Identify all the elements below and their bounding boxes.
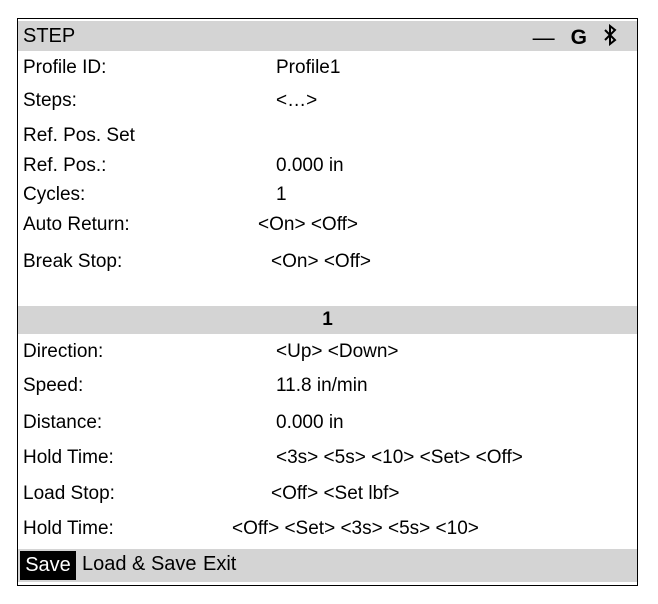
step-header: 1	[18, 306, 637, 334]
speed-label: Speed:	[23, 375, 84, 396]
title-bar: STEP — G	[18, 21, 637, 51]
hold-time-2-label: Hold Time:	[23, 518, 114, 539]
direction-options[interactable]: <Up> <Down>	[276, 341, 399, 363]
dash-icon: —	[532, 25, 555, 50]
ref-pos-value[interactable]: 0.000 in	[276, 155, 344, 177]
page-title: STEP	[23, 25, 76, 47]
ref-pos-set-button[interactable]: Ref. Pos. Set	[23, 125, 135, 147]
g-icon: G	[570, 26, 587, 49]
step-number: 1	[322, 309, 333, 330]
speed-value[interactable]: 11.8 in/min	[276, 375, 368, 397]
auto-return-options[interactable]: <On> <Off>	[258, 214, 358, 236]
steps-value[interactable]: <…>	[276, 90, 317, 112]
direction-label: Direction:	[23, 341, 104, 362]
hold-time-2-options[interactable]: <Off> <Set> <3s> <5s> <10>	[232, 518, 479, 540]
ref-pos-label: Ref. Pos.:	[23, 155, 107, 176]
steps-label: Steps:	[23, 90, 77, 111]
action-bar: Save Load & Save Exit	[18, 549, 637, 582]
load-save-button[interactable]: Load & Save	[82, 553, 197, 576]
load-stop-options[interactable]: <Off> <Set lbf>	[271, 483, 400, 505]
exit-button[interactable]: Exit	[203, 553, 236, 576]
break-stop-label: Break Stop:	[23, 251, 123, 272]
break-stop-options[interactable]: <On> <Off>	[271, 251, 371, 273]
auto-return-label: Auto Return:	[23, 214, 130, 235]
distance-value[interactable]: 0.000 in	[276, 412, 344, 434]
status-icons: — G	[532, 23, 617, 52]
save-button[interactable]: Save	[20, 551, 76, 580]
hold-time-label: Hold Time:	[23, 447, 114, 468]
bluetooth-icon	[603, 23, 617, 52]
step-panel: STEP — G Profile ID: Profile1 Steps: <…>…	[17, 18, 638, 586]
profile-id-value[interactable]: Profile1	[276, 57, 340, 79]
load-stop-label: Load Stop:	[23, 483, 115, 504]
profile-id-label: Profile ID:	[23, 57, 107, 78]
hold-time-options[interactable]: <3s> <5s> <10> <Set> <Off>	[276, 447, 523, 469]
distance-label: Distance:	[23, 412, 103, 433]
cycles-value[interactable]: 1	[276, 184, 287, 206]
cycles-label: Cycles:	[23, 184, 86, 205]
